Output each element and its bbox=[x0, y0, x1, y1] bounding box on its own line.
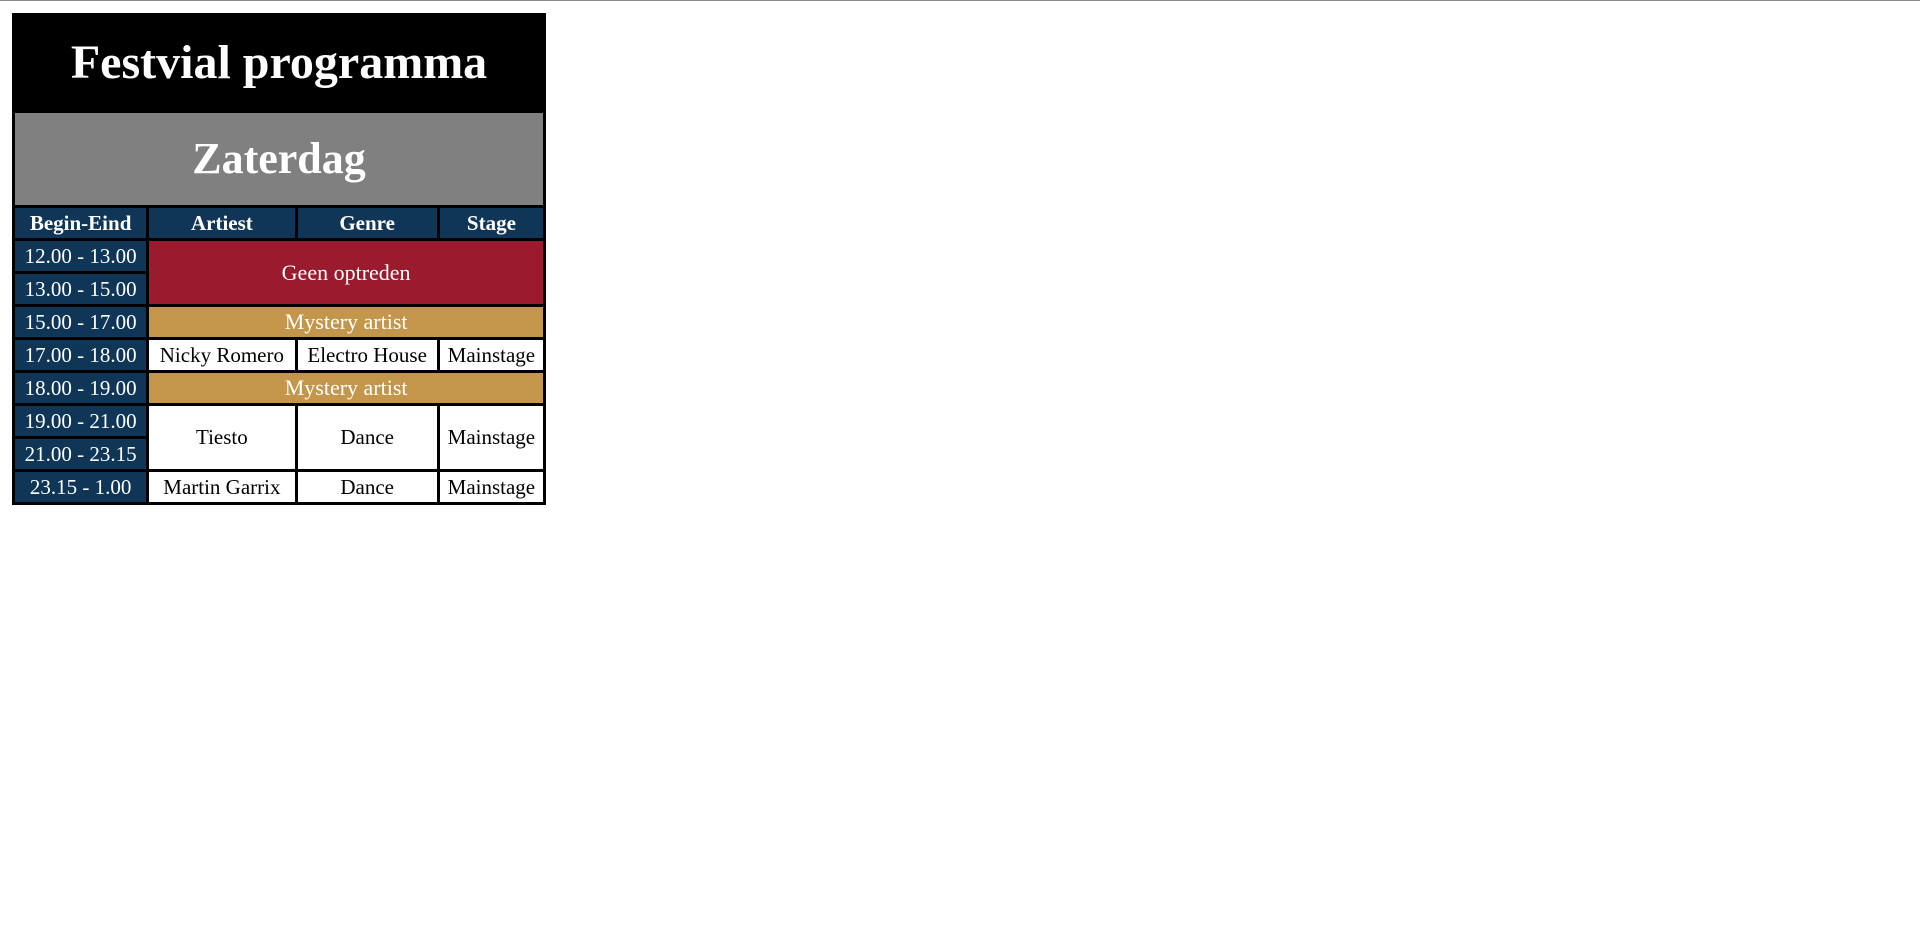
title-row: Festvial programma bbox=[12, 13, 546, 113]
genre-cell: Electro House bbox=[294, 337, 440, 373]
table-row: 18.00 - 19.00 Mystery artist bbox=[11, 370, 546, 406]
stage-cell: Mainstage bbox=[436, 403, 547, 472]
artist-cell: Nicky Romero bbox=[146, 337, 298, 373]
mystery-artist-block: Mystery artist bbox=[146, 370, 546, 406]
column-header-artist: Artiest bbox=[146, 205, 298, 241]
genre-cell: Dance bbox=[294, 469, 440, 505]
table-row: 12.00 - 13.00 Geen optreden bbox=[11, 238, 546, 307]
schedule-container: Festvial programma Zaterdag Begin-Eind A… bbox=[11, 13, 547, 505]
artist-cell: Tiesto bbox=[146, 403, 298, 472]
stage-cell: Mainstage bbox=[436, 469, 547, 505]
time-cell: 12.00 - 13.00 bbox=[11, 238, 150, 274]
festival-schedule-table: Festvial programma Zaterdag Begin-Eind A… bbox=[11, 13, 547, 505]
page-title: Festvial programma bbox=[12, 13, 546, 113]
stage-cell: Mainstage bbox=[436, 337, 547, 373]
day-row: Zaterdag bbox=[12, 110, 546, 208]
column-header-stage: Stage bbox=[436, 205, 547, 241]
genre-cell: Dance bbox=[294, 403, 440, 472]
column-header-row: Begin-Eind Artiest Genre Stage bbox=[11, 205, 547, 241]
time-cell: 15.00 - 17.00 bbox=[11, 304, 150, 340]
time-cell: 17.00 - 18.00 bbox=[11, 337, 150, 373]
table-row: 19.00 - 21.00 Tiesto Dance Mainstage bbox=[11, 403, 547, 472]
mystery-artist-block: Mystery artist bbox=[146, 304, 546, 340]
table-row: 15.00 - 17.00 Mystery artist bbox=[11, 304, 546, 340]
no-performance-block: Geen optreden bbox=[146, 238, 546, 307]
column-header-time: Begin-Eind bbox=[11, 205, 150, 241]
table-row: 17.00 - 18.00 Nicky Romero Electro House… bbox=[11, 337, 547, 373]
time-cell: 13.00 - 15.00 bbox=[11, 271, 150, 307]
time-cell: 18.00 - 19.00 bbox=[11, 370, 150, 406]
time-cell: 23.15 - 1.00 bbox=[11, 469, 150, 505]
time-cell: 19.00 - 21.00 bbox=[11, 403, 150, 439]
column-header-genre: Genre bbox=[294, 205, 440, 241]
day-heading: Zaterdag bbox=[12, 110, 546, 208]
time-cell: 21.00 - 23.15 bbox=[11, 436, 150, 472]
table-row: 23.15 - 1.00 Martin Garrix Dance Mainsta… bbox=[11, 469, 547, 505]
artist-cell: Martin Garrix bbox=[146, 469, 298, 505]
